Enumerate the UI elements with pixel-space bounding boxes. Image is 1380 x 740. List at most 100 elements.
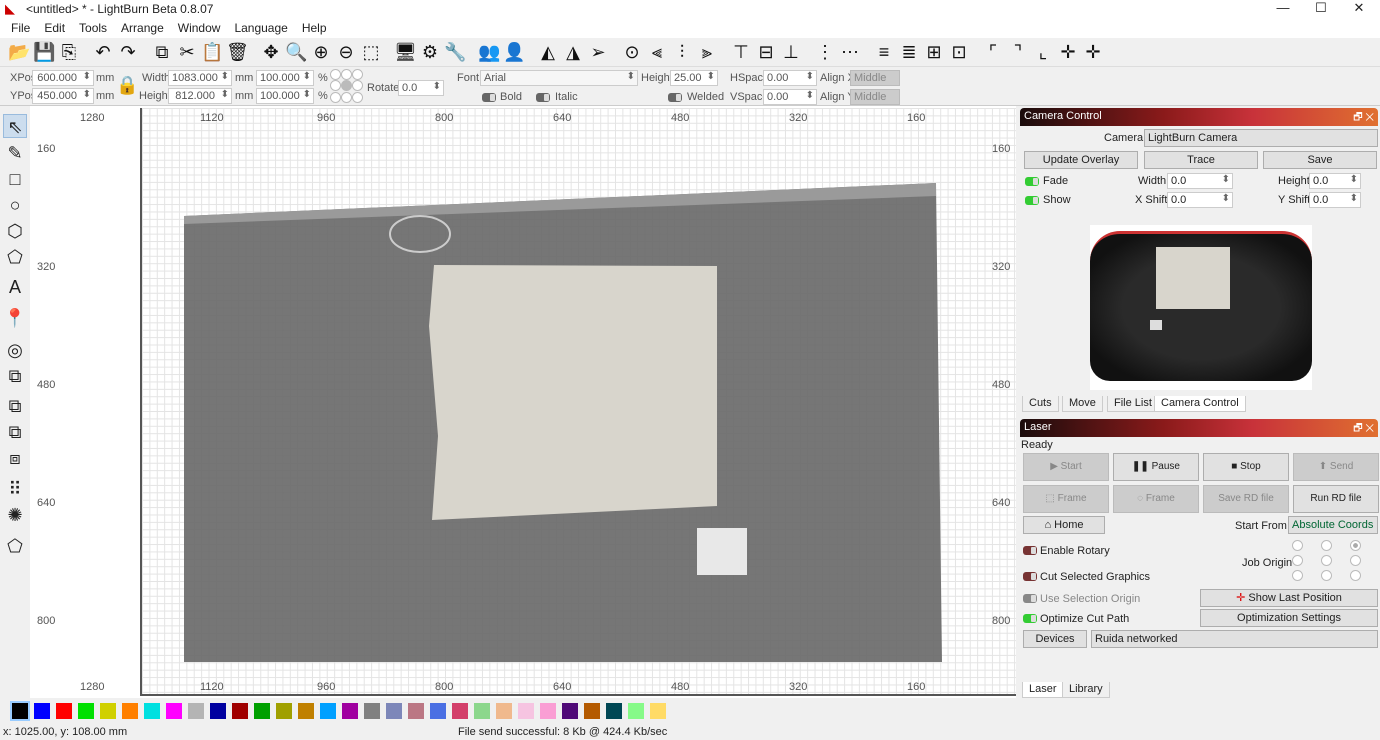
copy-icon[interactable]: ⧉ [151, 41, 173, 63]
minimize-button[interactable]: — [1266, 0, 1300, 18]
tab-camera-control[interactable]: Camera Control [1154, 396, 1246, 412]
hspace-input[interactable]: 0.00 [763, 70, 817, 86]
job-origin-radio[interactable] [1350, 570, 1361, 581]
show-last-position-button[interactable]: ✛ Show Last Position [1200, 589, 1378, 607]
weld-icon[interactable]: ⧉ [3, 364, 27, 388]
distribute-h-icon[interactable]: ⋮ [814, 41, 836, 63]
cam-width-input[interactable]: 0.0 [1167, 173, 1233, 189]
circular-array-icon[interactable]: ✺ [3, 503, 27, 527]
tab-file-list[interactable]: File List [1107, 396, 1159, 412]
color-swatch[interactable] [122, 703, 138, 719]
color-swatch[interactable] [430, 703, 446, 719]
color-swatch[interactable] [650, 703, 666, 719]
pause-button[interactable]: ❚❚ Pause [1113, 453, 1199, 481]
yshift-input[interactable]: 0.0 [1309, 192, 1361, 208]
width-input[interactable]: 1083.000 [168, 70, 232, 86]
corner-tr-icon[interactable]: ⌝ [1007, 41, 1029, 63]
redo-icon[interactable]: ↷ [117, 41, 139, 63]
cam-height-input[interactable]: 0.0 [1309, 173, 1361, 189]
color-swatch[interactable] [210, 703, 226, 719]
color-swatch[interactable] [298, 703, 314, 719]
menu-file[interactable]: File [4, 18, 37, 38]
union-icon[interactable]: ⧉ [3, 394, 27, 418]
corner-tl-icon[interactable]: ⌜ [982, 41, 1004, 63]
select-icon[interactable]: ⇖ [3, 114, 27, 138]
xpos-input[interactable]: 600.000 [32, 70, 94, 86]
device-select[interactable]: Ruida networked [1091, 630, 1378, 648]
workspace-canvas[interactable]: 1280 1280 1120 1120 960 960 800 800 640 640 480 480… [30, 106, 1016, 698]
job-origin-radio[interactable] [1321, 540, 1332, 551]
align-right-icon[interactable]: ⫸ [696, 41, 718, 63]
array-icon[interactable]: ⠿ [3, 477, 27, 501]
enable-rotary-toggle[interactable] [1023, 546, 1037, 555]
job-origin-radio[interactable] [1321, 555, 1332, 566]
align-x-select[interactable]: Middle [850, 70, 900, 86]
height-input[interactable]: 812.000 [168, 88, 232, 104]
corner-bl-icon[interactable]: ⌞ [1032, 41, 1054, 63]
camera-select[interactable]: LightBurn Camera [1144, 129, 1378, 147]
anchor-grid[interactable] [330, 69, 364, 103]
cut-icon[interactable]: ✂ [176, 41, 198, 63]
tools-icon[interactable]: 🔧 [444, 41, 466, 63]
settings-icon[interactable]: ⚙ [419, 41, 441, 63]
color-swatch[interactable] [34, 703, 50, 719]
subtract-icon[interactable]: ⧉ [3, 420, 27, 444]
color-swatch[interactable] [166, 703, 182, 719]
tab-laser[interactable]: Laser [1022, 682, 1064, 698]
color-swatch[interactable] [540, 703, 556, 719]
job-origin-radio[interactable] [1292, 570, 1303, 581]
color-swatch[interactable] [276, 703, 292, 719]
frame-rect-button[interactable]: ⬚ Frame [1023, 485, 1109, 513]
job-origin-radio[interactable] [1350, 540, 1361, 551]
menu-window[interactable]: Window [171, 18, 228, 38]
menu-language[interactable]: Language [227, 18, 294, 38]
start-from-select[interactable]: Absolute Coords [1288, 516, 1378, 534]
ypos-input[interactable]: 450.000 [32, 88, 94, 104]
width-icon[interactable]: ⊡ [948, 41, 970, 63]
color-swatch[interactable] [100, 703, 116, 719]
color-swatch[interactable] [56, 703, 72, 719]
color-swatch[interactable] [518, 703, 534, 719]
scale-width-input[interactable]: 100.000 [256, 70, 314, 86]
paste-icon[interactable]: 📋 [201, 41, 223, 63]
intersect-icon[interactable]: ⧈ [3, 446, 27, 470]
delete-icon[interactable]: 🗑 [226, 41, 249, 63]
pen-icon[interactable]: ✎ [3, 141, 27, 165]
job-origin-radio[interactable] [1292, 540, 1303, 551]
maximize-button[interactable]: ☐ [1304, 0, 1338, 18]
undo-icon[interactable]: ↶ [92, 41, 114, 63]
send-button[interactable]: ⬆ Send [1293, 453, 1379, 481]
color-swatch[interactable] [10, 701, 30, 721]
welded-toggle[interactable] [668, 93, 682, 102]
color-swatch[interactable] [188, 703, 204, 719]
vspace-input[interactable]: 0.00 [763, 89, 817, 105]
color-swatch[interactable] [606, 703, 622, 719]
camera-save-button[interactable]: Save [1263, 151, 1377, 169]
crosshair-icon[interactable]: ✛ [1057, 41, 1079, 63]
rectangle-icon[interactable]: □ [3, 167, 27, 191]
move-icon[interactable]: ✥ [260, 41, 282, 63]
bold-toggle[interactable] [482, 93, 496, 102]
menu-edit[interactable]: Edit [37, 18, 72, 38]
devices-button[interactable]: Devices [1023, 630, 1087, 648]
align-top-icon[interactable]: ⊤ [730, 41, 752, 63]
color-swatch[interactable] [342, 703, 358, 719]
optimization-settings-button[interactable]: Optimization Settings [1200, 609, 1378, 627]
zoom-in-icon[interactable]: ⊕ [310, 41, 332, 63]
menu-tools[interactable]: Tools [72, 18, 114, 38]
xshift-input[interactable]: 0.0 [1167, 192, 1233, 208]
position-icon[interactable]: 📍 [3, 306, 27, 330]
undock-close-icon[interactable]: 🗗 ✕ [1353, 110, 1374, 127]
scale-height-input[interactable]: 100.000 [256, 88, 314, 104]
cut-selected-toggle[interactable] [1023, 572, 1037, 581]
zoom-out-icon[interactable]: ⊖ [335, 41, 357, 63]
align-y-select[interactable]: Middle [850, 89, 900, 105]
tab-cuts[interactable]: Cuts [1022, 396, 1059, 412]
target-icon[interactable]: ⊙ [621, 41, 643, 63]
distribute-v-icon[interactable]: ⋯ [839, 41, 861, 63]
space-v-icon[interactable]: ≣ [898, 41, 920, 63]
zoom-frame-icon[interactable]: ⬚ [360, 41, 382, 63]
text-icon[interactable]: A [3, 275, 27, 299]
color-swatch[interactable] [474, 703, 490, 719]
color-swatch[interactable] [408, 703, 424, 719]
